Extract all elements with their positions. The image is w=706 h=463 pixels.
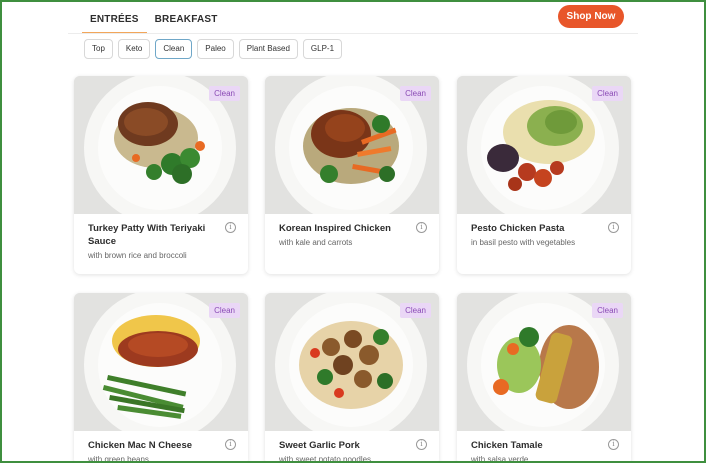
filter-top[interactable]: Top [84, 39, 113, 59]
tab-breakfast[interactable]: BREAKFAST [147, 8, 226, 34]
meal-card-turkey-patty[interactable]: Clean Turkey Patty With Teriyaki Sauce w… [74, 76, 248, 274]
filter-plant-based[interactable]: Plant Based [238, 39, 298, 59]
filter-keto[interactable]: Keto [117, 39, 151, 59]
meal-title: Chicken Mac N Cheese [88, 440, 193, 451]
meal-description: with kale and carrots [279, 238, 353, 247]
meal-description: with sweet potato noodles [279, 455, 372, 463]
diet-badge: Clean [592, 303, 623, 318]
meal-card-chicken-mac[interactable]: Clean Chicken Mac N Cheese with green be… [74, 293, 248, 463]
filter-paleo[interactable]: Paleo [197, 39, 234, 59]
info-icon[interactable]: i [416, 222, 427, 233]
diet-filter-bar: Top Keto Clean Paleo Plant Based GLP-1 [84, 39, 343, 59]
info-icon[interactable]: i [416, 439, 427, 450]
tabs-divider [68, 33, 638, 34]
info-icon[interactable]: i [225, 439, 236, 450]
meal-title: Turkey Patty With Teriyaki Sauce [88, 223, 206, 247]
meal-title: Sweet Garlic Pork [279, 440, 360, 451]
shop-now-button[interactable]: Shop Now [558, 5, 624, 28]
meal-photo: Clean [74, 76, 248, 214]
meal-title: Chicken Tamale [471, 440, 543, 451]
diet-badge: Clean [209, 303, 240, 318]
info-icon[interactable]: i [608, 439, 619, 450]
info-icon[interactable]: i [225, 222, 236, 233]
meal-title: Pesto Chicken Pasta [471, 223, 565, 234]
diet-badge: Clean [209, 86, 240, 101]
diet-badge: Clean [400, 303, 431, 318]
meal-card-sweet-garlic-pork[interactable]: Clean Sweet Garlic Pork with sweet potat… [265, 293, 439, 463]
filter-glp1[interactable]: GLP-1 [302, 39, 343, 59]
diet-badge: Clean [400, 86, 431, 101]
meal-description: with green beans [88, 455, 149, 463]
meal-description: in basil pesto with vegetables [471, 238, 576, 247]
meal-photo: Clean [74, 293, 248, 431]
meal-description: with brown rice and broccoli [88, 251, 187, 260]
app-frame: ENTRÉES BREAKFAST Shop Now Top Keto Clea… [0, 0, 706, 463]
menu-tabs: ENTRÉES BREAKFAST [82, 8, 226, 34]
meal-card-korean-chicken[interactable]: Clean Korean Inspired Chicken with kale … [265, 76, 439, 274]
meal-photo: Clean [265, 76, 439, 214]
meal-title: Korean Inspired Chicken [279, 223, 391, 234]
meal-photo: Clean [457, 76, 631, 214]
meal-photo: Clean [265, 293, 439, 431]
info-icon[interactable]: i [608, 222, 619, 233]
meal-card-chicken-tamale[interactable]: Clean Chicken Tamale with salsa verde i [457, 293, 631, 463]
filter-clean[interactable]: Clean [155, 39, 193, 59]
diet-badge: Clean [592, 86, 623, 101]
tab-entrees[interactable]: ENTRÉES [82, 8, 147, 34]
meal-card-pesto-pasta[interactable]: Clean Pesto Chicken Pasta in basil pesto… [457, 76, 631, 274]
meal-description: with salsa verde [471, 455, 529, 463]
meal-photo: Clean [457, 293, 631, 431]
